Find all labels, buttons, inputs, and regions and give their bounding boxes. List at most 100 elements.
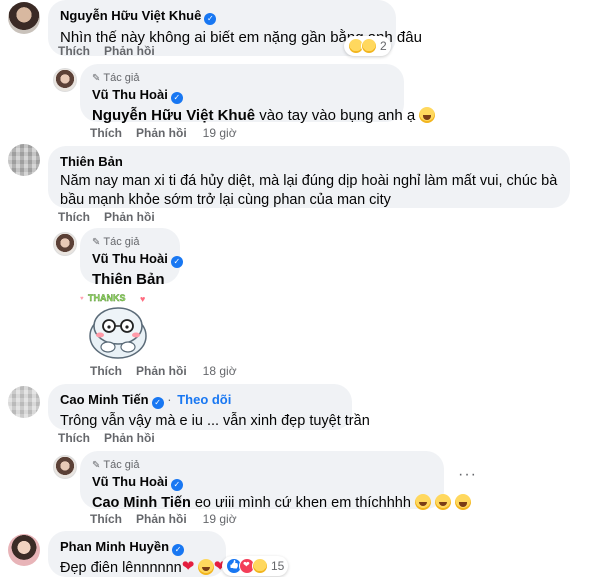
comment-actions: Thích Phản hồi 18 giờ	[90, 364, 237, 378]
reply-button[interactable]: Phản hồi	[136, 364, 187, 378]
pencil-icon: ✎	[92, 73, 101, 84]
comment-text: Thiên Bản	[92, 270, 168, 290]
reply-bubble: ✎ Tác giả Vũ Thu Hoài ✓ Nguyễn Hữu Việt K…	[80, 64, 436, 124]
author-name[interactable]: Nguyễn Hữu Việt Khuê	[60, 8, 201, 23]
author-name[interactable]: Phan Minh Huyền	[60, 539, 169, 554]
pencil-icon: ✎	[92, 237, 101, 248]
avatar[interactable]	[8, 534, 40, 566]
like-button[interactable]: Thích	[90, 512, 122, 526]
avatar[interactable]	[53, 232, 77, 256]
heart-icon: ♥	[140, 294, 145, 304]
comment-text: Năm nay man xi ti đá hủy diệt, mà lại đú…	[60, 173, 558, 208]
verified-badge-icon: ✓	[170, 479, 183, 491]
eye-left	[107, 325, 111, 329]
paw-right	[120, 341, 136, 353]
reaction-count: 2	[380, 39, 387, 53]
comment-actions: Thích Phản hồi 19 giờ	[90, 126, 237, 140]
author-tag-label: Tác giả	[103, 236, 140, 248]
timestamp[interactable]: 18 giờ	[203, 364, 237, 378]
laughing-emoji-icon	[455, 494, 472, 510]
reply-bubble: ✎ Tác giả Vũ Thu Hoài ✓ Cao Minh Tiến eo …	[80, 451, 472, 511]
author-name[interactable]: Vũ Thu Hoài	[92, 251, 168, 266]
reply-bubble: ✎ Tác giả Vũ Thu Hoài ✓ Thiên Bản	[80, 228, 183, 288]
heart-eyes-emoji-icon	[197, 559, 214, 575]
author-tag-label: Tác giả	[103, 72, 140, 84]
reply-button[interactable]: Phản hồi	[104, 431, 155, 445]
verified-badge-icon: ✓	[170, 256, 183, 268]
timestamp[interactable]: 19 giờ	[203, 126, 237, 140]
reaction-count: 15	[271, 559, 285, 573]
avatar[interactable]	[8, 144, 40, 176]
smiling-emoji-icon	[435, 494, 451, 510]
verified-badge-icon: ✓	[151, 397, 164, 409]
timestamp[interactable]: 19 giờ	[203, 512, 237, 526]
eye-right	[125, 325, 129, 329]
paw-left	[100, 341, 116, 353]
grinning-emoji-icon	[414, 494, 431, 510]
comment-bubble: Phan Minh Huyền ✓ Đẹp điên lênnnnnn	[48, 531, 226, 577]
reaction-summary[interactable]: 2	[344, 36, 391, 56]
verified-badge-icon: ✓	[204, 13, 217, 25]
heart-icon: ♥	[80, 296, 84, 302]
blush-right	[132, 332, 140, 338]
author-name[interactable]: Vũ Thu Hoài	[92, 474, 168, 489]
like-button[interactable]: Thích	[58, 431, 90, 445]
haha-react-icon	[252, 558, 268, 574]
like-button[interactable]: Thích	[58, 44, 90, 58]
follow-separator: ·	[167, 392, 172, 407]
mention-link[interactable]: Cao Minh Tiến	[92, 495, 191, 511]
comment-text: Nguyễn Hữu Việt Khuê vào tay vào bụng an…	[92, 106, 436, 126]
avatar[interactable]	[53, 455, 77, 479]
pencil-icon: ✎	[92, 460, 101, 471]
author-tag: ✎ Tác giả	[92, 459, 432, 472]
verified-badge-icon: ✓	[172, 544, 185, 556]
comment-author[interactable]: Cao Minh Tiến ✓ · Theo dõi	[60, 392, 340, 409]
comment-actions: Thích Phản hồi 19 giờ	[90, 512, 237, 526]
comment-actions: Thích Phản hồi	[58, 431, 155, 445]
more-options-icon[interactable]: ···	[458, 466, 477, 484]
thanks-sticker[interactable]: THANKS ♥ ♥	[80, 290, 156, 360]
author-tag-label: Tác giả	[103, 459, 140, 471]
blush-left	[96, 332, 104, 338]
comment-author[interactable]: Vũ Thu Hoài ✓	[92, 87, 392, 104]
comment-bubble: Cao Minh Tiến ✓ · Theo dõi Trông vẫn vậy …	[48, 384, 370, 430]
comment-body: Đẹp điên lênnnnnn	[60, 560, 182, 576]
comment-text: Cao Minh Tiến eo ưiii mình cứ khen em th…	[92, 493, 472, 513]
reply-text: vào tay vào bụng anh ạ	[255, 107, 416, 124]
author-name[interactable]: Cao Minh Tiến	[60, 392, 149, 407]
comment-actions: Thích Phản hồi	[58, 210, 155, 224]
like-button[interactable]: Thích	[90, 126, 122, 140]
comment-author[interactable]: Nguyễn Hữu Việt Khuê ✓	[60, 8, 384, 25]
comment-text: Đẹp điên lênnnnnn	[60, 558, 226, 577]
heart-emoji-icon	[182, 559, 198, 575]
verified-badge-icon: ✓	[170, 92, 183, 104]
mention-link[interactable]: Thiên Bản	[92, 271, 165, 288]
comment-author[interactable]: Vũ Thu Hoài ✓	[92, 474, 432, 491]
author-tag: ✎ Tác giả	[92, 72, 392, 85]
like-button[interactable]: Thích	[90, 364, 122, 378]
avatar[interactable]	[8, 2, 40, 34]
reply-button[interactable]: Phản hồi	[104, 210, 155, 224]
reply-button[interactable]: Phản hồi	[104, 44, 155, 58]
comment-text: Trông vẫn vậy mà e iu ... vẫn xinh đẹp t…	[60, 413, 370, 429]
reaction-summary[interactable]: 15	[222, 556, 289, 576]
follow-button[interactable]: Theo dõi	[177, 392, 231, 407]
like-button[interactable]: Thích	[58, 210, 90, 224]
avatar[interactable]	[53, 68, 77, 92]
author-tag: ✎ Tác giả	[92, 236, 168, 249]
avatar[interactable]	[8, 386, 40, 418]
comment-author[interactable]: Thiên Bản	[60, 154, 558, 170]
comment-author[interactable]: Phan Minh Huyền ✓	[60, 539, 214, 556]
mention-link[interactable]: Nguyễn Hữu Việt Khuê	[92, 107, 255, 124]
comment-actions: Thích Phản hồi	[58, 44, 155, 58]
reply-button[interactable]: Phản hồi	[136, 512, 187, 526]
wow-react-icon	[361, 38, 377, 54]
sticker-text: THANKS	[88, 293, 126, 303]
author-name[interactable]: Vũ Thu Hoài	[92, 87, 168, 102]
reply-button[interactable]: Phản hồi	[136, 126, 187, 140]
laughing-emoji-icon	[419, 107, 436, 123]
reply-text: eo ưiii mình cứ khen em thíchhhh	[190, 495, 411, 511]
comment-bubble: Thiên Bản Năm nay man xi ti đá hủy diệt,…	[48, 146, 570, 208]
author-name[interactable]: Thiên Bản	[60, 154, 123, 169]
comment-author[interactable]: Vũ Thu Hoài ✓	[92, 251, 183, 268]
